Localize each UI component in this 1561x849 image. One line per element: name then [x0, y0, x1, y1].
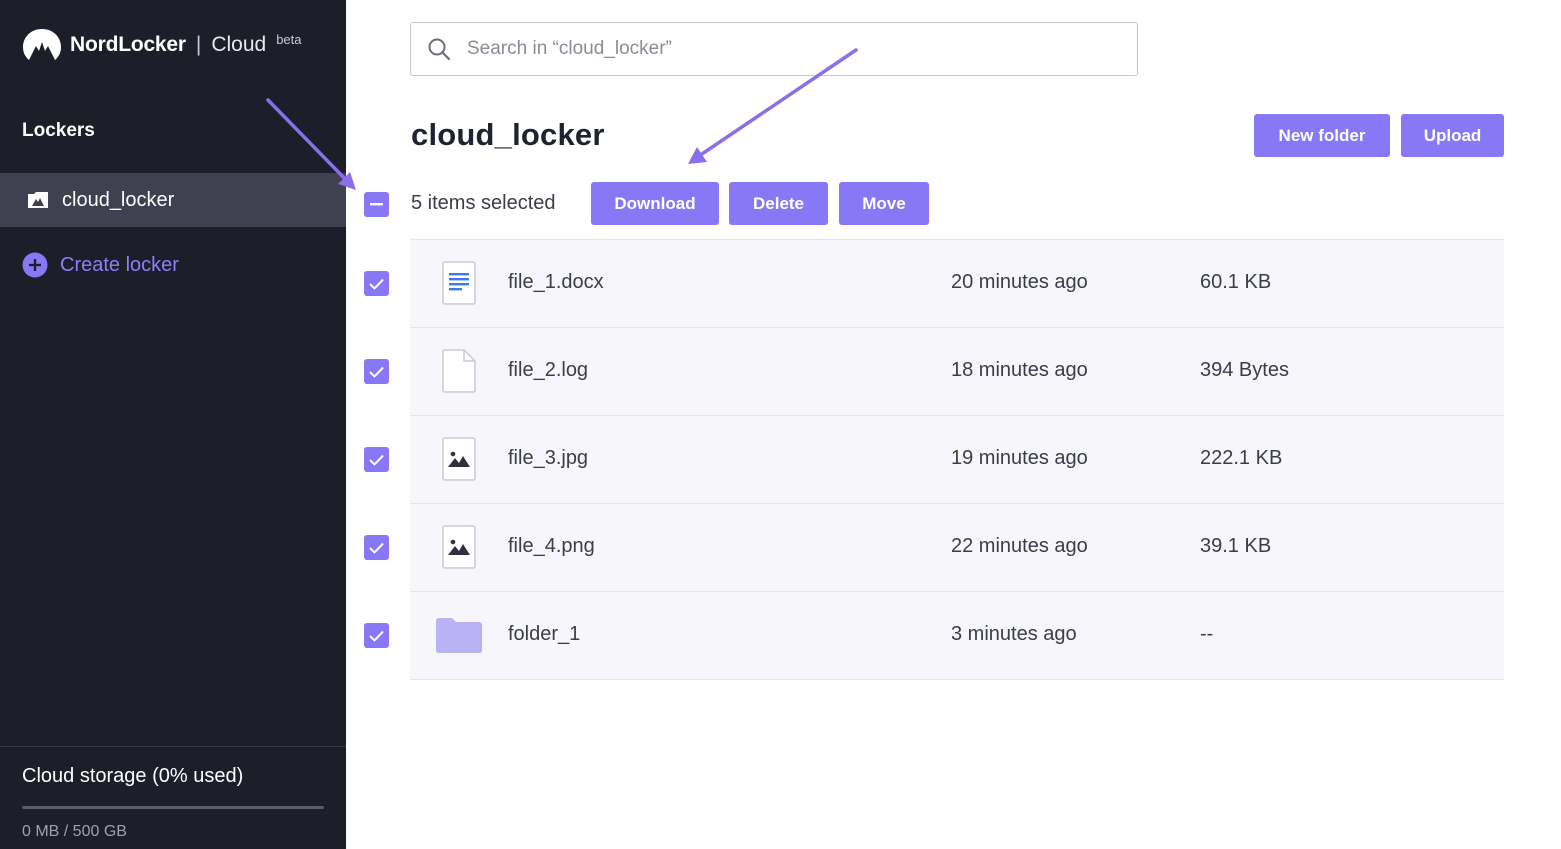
search-box[interactable] [410, 22, 1138, 76]
table-row[interactable]: file_2.log 18 minutes ago 394 Bytes [364, 328, 1504, 416]
file-size: 60.1 KB [1200, 271, 1272, 293]
image-icon [436, 524, 482, 570]
sidebar-item-cloud-locker[interactable]: cloud_locker [0, 173, 346, 227]
search-input[interactable] [467, 38, 1087, 60]
select-all-checkbox[interactable] [364, 192, 389, 217]
create-locker-label: Create locker [60, 253, 179, 276]
file-name[interactable]: file_4.png [508, 535, 595, 558]
brand[interactable]: NordLocker | Cloud beta [22, 28, 302, 62]
file-size: 222.1 KB [1200, 447, 1283, 469]
file-name[interactable]: file_1.docx [508, 271, 604, 294]
row-checkbox[interactable] [364, 535, 389, 560]
storage-progress-bar [22, 806, 324, 809]
upload-button[interactable]: Upload [1401, 114, 1504, 157]
minus-icon [370, 203, 383, 206]
brand-beta-tag: beta [276, 31, 302, 47]
file-modified: 18 minutes ago [951, 359, 1088, 381]
nordlocker-logo-icon [23, 29, 61, 60]
divider [0, 746, 346, 747]
file-list: file_1.docx 20 minutes ago 60.1 KB file_… [364, 239, 1504, 680]
create-locker-button[interactable]: Create locker [22, 252, 179, 278]
folder-icon [436, 612, 482, 658]
checkmark-icon [369, 278, 384, 290]
row-checkbox[interactable] [364, 271, 389, 296]
row-checkbox[interactable] [364, 623, 389, 648]
checkmark-icon [369, 630, 384, 642]
file-size: 39.1 KB [1200, 535, 1272, 557]
storage-title: Cloud storage (0% used) [22, 765, 244, 787]
download-button[interactable]: Download [591, 182, 719, 225]
table-row[interactable]: file_4.png 22 minutes ago 39.1 KB [364, 504, 1504, 592]
checkmark-icon [369, 542, 384, 554]
table-row[interactable]: file_3.jpg 19 minutes ago 222.1 KB [364, 416, 1504, 504]
folder-name[interactable]: folder_1 [508, 623, 580, 646]
brand-product: Cloud [211, 33, 267, 56]
file-name[interactable]: file_3.jpg [508, 447, 588, 470]
file-size: -- [1200, 623, 1214, 645]
sidebar-item-label: cloud_locker [62, 188, 175, 211]
annotation-arrowhead [688, 147, 707, 164]
brand-name: NordLocker [70, 33, 186, 56]
file-modified: 20 minutes ago [951, 271, 1088, 293]
selection-count: 5 items selected [411, 192, 556, 214]
file-size: 394 Bytes [1200, 359, 1289, 381]
page-title: cloud_locker [411, 117, 605, 152]
plus-circle-icon [22, 252, 48, 278]
storage-amount: 0 MB / 500 GB [22, 823, 127, 840]
delete-button[interactable]: Delete [729, 182, 828, 225]
search-icon [428, 38, 451, 61]
sidebar: NordLocker | Cloud beta Lockers cloud_lo… [0, 0, 346, 849]
locker-icon [28, 192, 48, 208]
checkmark-icon [369, 366, 384, 378]
checkmark-icon [369, 454, 384, 466]
document-icon [436, 260, 482, 306]
table-row[interactable]: folder_1 3 minutes ago -- [364, 592, 1504, 680]
row-checkbox[interactable] [364, 447, 389, 472]
move-button[interactable]: Move [839, 182, 929, 225]
file-name[interactable]: file_2.log [508, 359, 588, 382]
file-modified: 22 minutes ago [951, 535, 1088, 557]
table-row[interactable]: file_1.docx 20 minutes ago 60.1 KB [364, 240, 1504, 328]
new-folder-button[interactable]: New folder [1254, 114, 1390, 157]
file-modified: 3 minutes ago [951, 623, 1077, 645]
file-icon [436, 348, 482, 394]
lockers-heading: Lockers [22, 120, 95, 141]
image-icon [436, 436, 482, 482]
brand-separator: | [195, 33, 202, 56]
row-checkbox[interactable] [364, 359, 389, 384]
file-modified: 19 minutes ago [951, 447, 1088, 469]
